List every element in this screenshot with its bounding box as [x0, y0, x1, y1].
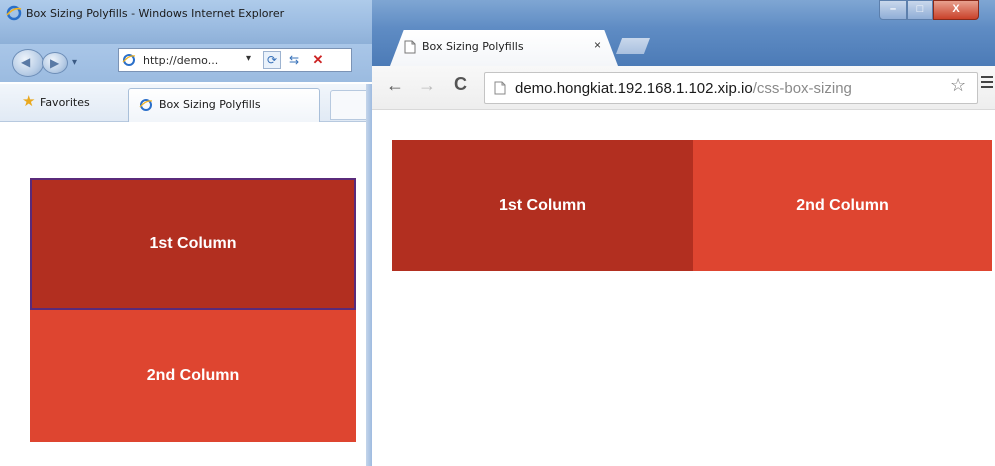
ie-window-title: Box Sizing Polyfills - Windows Internet …	[26, 7, 285, 20]
ie-logo-icon	[6, 5, 22, 21]
column-label: 1st Column	[149, 235, 237, 252]
ie-new-tab-button[interactable]	[330, 90, 370, 120]
ie-page-icon	[122, 54, 136, 66]
menu-icon[interactable]	[981, 76, 995, 92]
ie-address-dropdown-icon[interactable]: ▾	[246, 53, 251, 64]
back-icon: ◀	[21, 55, 31, 69]
chrome-first-column: 1st Column	[392, 140, 693, 271]
column-label: 1st Column	[498, 196, 587, 214]
url-text: demo.hongkiat.192.168.1.102.xip.io/css-b…	[515, 80, 852, 97]
ie-window: Box Sizing Polyfills - Windows Internet …	[0, 0, 372, 466]
close-icon: X	[952, 3, 960, 15]
chrome-second-column: 2nd Column	[693, 140, 992, 271]
forward-icon[interactable]: →	[418, 76, 436, 94]
chrome-tab-label: Box Sizing Polyfills	[422, 40, 524, 53]
ie-address-text: http://demo...	[143, 54, 219, 67]
ie-compat-icon[interactable]: ⇆	[285, 51, 303, 69]
reload-icon[interactable]: C	[454, 75, 467, 93]
ie-first-column: 1st Column	[30, 178, 356, 310]
favorites-button[interactable]: Favorites	[40, 96, 90, 109]
ie-history-dropdown-icon[interactable]: ▾	[72, 57, 77, 68]
chrome-window: Box Sizing Polyfills × – □ X ← → C demo.…	[372, 0, 995, 466]
minimize-icon: –	[889, 3, 897, 15]
ie-favorites-bar: ★ Favorites Box Sizing Polyfills	[0, 84, 372, 122]
minimize-button[interactable]: –	[879, 0, 907, 20]
ie-refresh-icon[interactable]: ⟳	[263, 51, 281, 69]
page-icon	[404, 40, 416, 54]
maximize-icon: □	[916, 3, 924, 15]
close-button[interactable]: X	[933, 0, 979, 20]
ie-tab-label: Box Sizing Polyfills	[159, 98, 261, 111]
maximize-button[interactable]: □	[907, 0, 933, 20]
forward-icon: ▶	[50, 56, 60, 70]
url-host: demo.hongkiat.192.168.1.102.xip.io	[515, 80, 753, 97]
column-row: 1st Column 2nd Column	[392, 140, 992, 271]
back-icon[interactable]: ←	[386, 76, 404, 94]
page-icon	[494, 81, 506, 95]
chrome-page-content: 1st Column 2nd Column	[372, 110, 995, 466]
chrome-frame: Box Sizing Polyfills × – □ X	[372, 0, 995, 70]
bookmark-star-icon[interactable]: ☆	[950, 76, 966, 94]
ie-tab-icon	[139, 99, 153, 111]
ie-tab[interactable]: Box Sizing Polyfills	[128, 88, 320, 122]
ie-page-content: 1st Column 2nd Column	[0, 122, 366, 466]
omnibox[interactable]: demo.hongkiat.192.168.1.102.xip.io/css-b…	[484, 72, 978, 104]
column-label: 2nd Column	[146, 367, 240, 384]
url-path: /css-box-sizing	[752, 80, 852, 97]
column-label: 2nd Column	[796, 196, 889, 214]
ie-stop-icon[interactable]: ✕	[309, 51, 327, 69]
ie-address-bar[interactable]: http://demo... ▾ ⟳ ⇆ ✕	[118, 48, 352, 72]
ie-second-column: 2nd Column	[30, 310, 356, 442]
favorites-star-icon: ★	[22, 93, 36, 110]
new-tab-button[interactable]	[616, 38, 650, 54]
tab-close-icon[interactable]: ×	[594, 38, 601, 52]
ie-forward-button[interactable]: ▶	[42, 52, 68, 74]
ie-back-button[interactable]: ◀	[12, 49, 44, 77]
window-controls: – □ X	[879, 0, 995, 22]
ie-titlebar: Box Sizing Polyfills - Windows Internet …	[0, 0, 372, 44]
